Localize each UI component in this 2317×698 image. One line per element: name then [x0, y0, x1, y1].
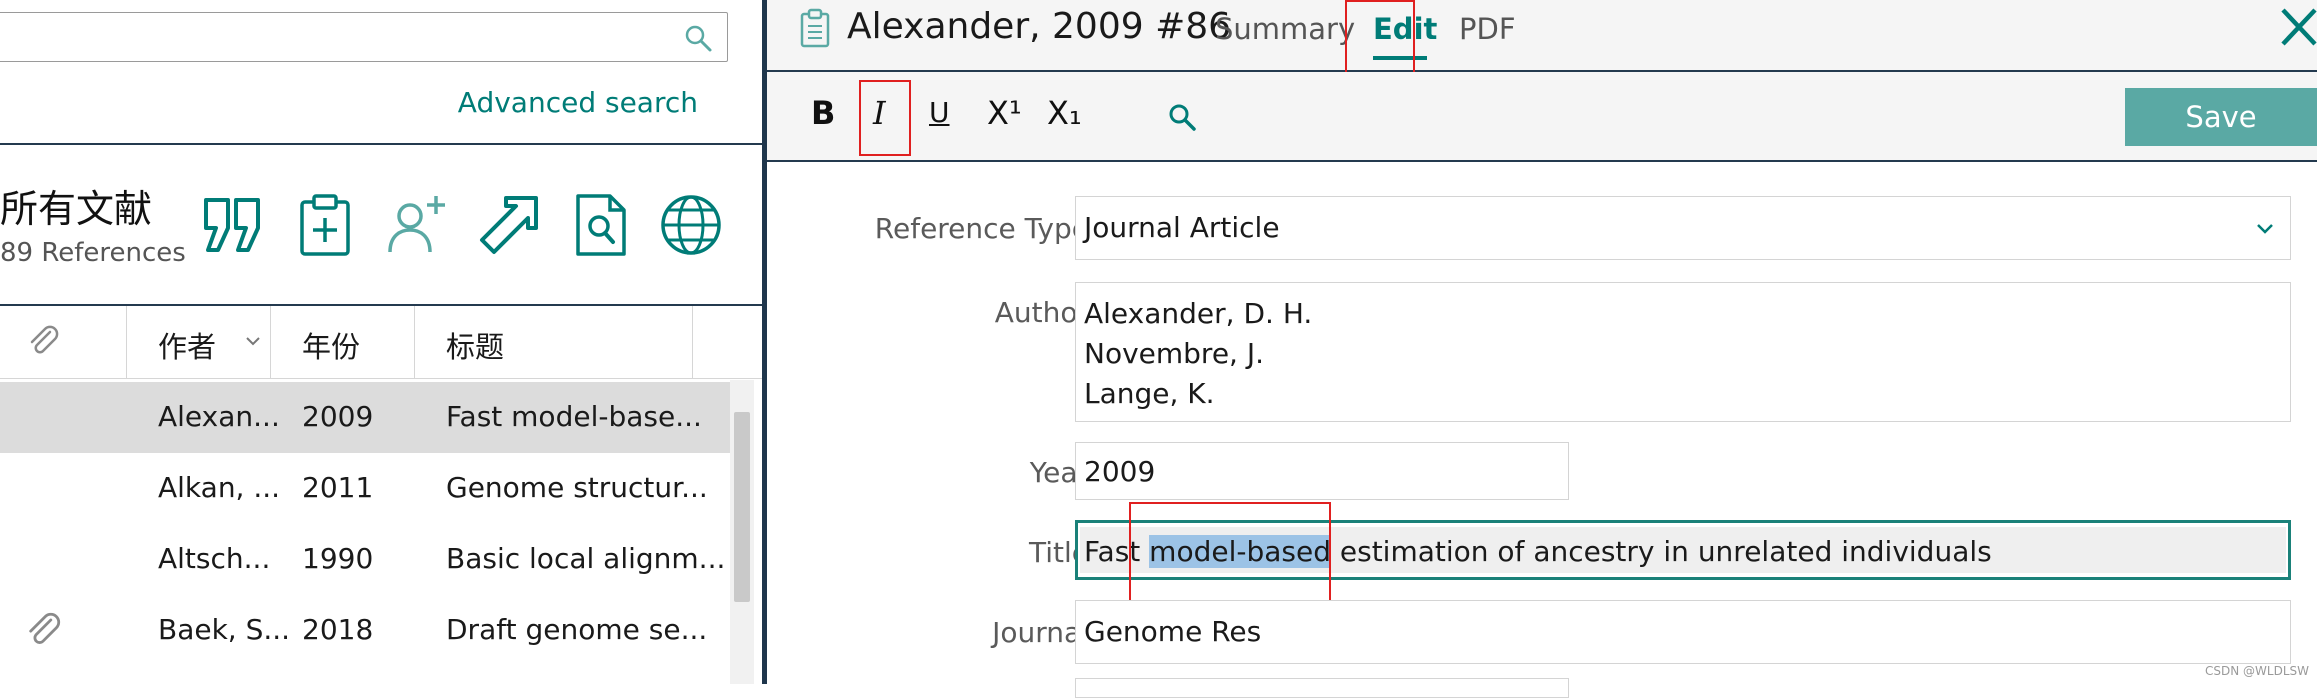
format-toolbar: B I U X¹ X₁ Save — [767, 72, 2317, 162]
column-header-title[interactable]: 标题 — [446, 324, 504, 366]
field-label-reference-type: Reference Type — [874, 212, 1089, 245]
underline-button[interactable]: U — [929, 96, 950, 129]
close-icon[interactable] — [2277, 4, 2317, 50]
row-title: Genome structur... — [446, 471, 708, 504]
watermark: CSDN @WLDLSW — [2205, 664, 2309, 678]
author-line: Novembre, J. — [1084, 337, 1265, 370]
table-header: 作者 年份 标题 — [0, 306, 762, 379]
year-value: 2009 — [1084, 455, 1156, 488]
table-row[interactable]: Alkan, ... 2011 Genome structur... — [0, 453, 730, 524]
chevron-down-icon — [2254, 217, 2276, 239]
export-icon[interactable] — [476, 192, 542, 258]
annotation-highlight — [1345, 0, 1415, 79]
add-to-group-icon[interactable] — [292, 192, 358, 258]
advanced-search-link[interactable]: Advanced search — [458, 86, 698, 119]
column-separator — [414, 306, 415, 378]
divider — [0, 143, 762, 145]
title-text-after: estimation of ancestry in unrelated indi… — [1330, 535, 1992, 568]
attachment-column-icon[interactable] — [26, 324, 60, 358]
scrollbar-thumb[interactable] — [734, 412, 750, 602]
volume-field[interactable] — [1075, 678, 1569, 698]
search-input[interactable] — [0, 12, 728, 62]
share-user-icon[interactable] — [384, 192, 450, 258]
save-button[interactable]: Save — [2125, 88, 2317, 146]
reference-type-value: Journal Article — [1084, 211, 1280, 244]
row-year: 2018 — [302, 613, 374, 646]
row-title: Basic local alignm... — [446, 542, 726, 575]
search-icon[interactable] — [1167, 102, 1197, 132]
row-author: Alexan... — [158, 400, 280, 433]
journal-field[interactable]: Genome Res — [1075, 600, 2291, 664]
row-year: 2011 — [302, 471, 374, 504]
chevron-down-icon[interactable] — [244, 332, 262, 350]
table-row[interactable]: Alexan... 2009 Fast model-base... — [0, 382, 730, 453]
reference-header: Alexander, 2009 #86 Summary Edit PDF — [767, 0, 2317, 72]
row-author: Altsch... — [158, 542, 271, 575]
reference-title: Alexander, 2009 #86 — [847, 6, 1232, 47]
row-author: Alkan, ... — [158, 471, 281, 504]
author-line: Lange, K. — [1084, 377, 1215, 410]
column-header-author[interactable]: 作者 — [158, 324, 216, 366]
online-search-icon[interactable] — [658, 192, 724, 258]
bold-button[interactable]: B — [811, 94, 835, 132]
find-fulltext-icon[interactable] — [568, 192, 634, 258]
row-title: Fast model-base... — [446, 400, 702, 433]
quote-icon[interactable] — [200, 192, 266, 258]
reference-pane: Alexander, 2009 #86 Summary Edit PDF B I… — [767, 0, 2317, 698]
row-year: 2009 — [302, 400, 374, 433]
year-field[interactable]: 2009 — [1075, 442, 1569, 500]
reference-count: 89 References — [0, 238, 186, 268]
superscript-button[interactable]: X¹ — [987, 94, 1022, 132]
library-title: 所有文献 — [0, 187, 153, 231]
tab-pdf[interactable]: PDF — [1459, 12, 1516, 46]
table-row[interactable]: Baek, S... 2018 Draft genome se... — [0, 595, 730, 666]
annotation-highlight — [1129, 502, 1331, 608]
author-line: Alexander, D. H. — [1084, 297, 1313, 330]
library-pane: Advanced search 所有文献 89 References 作者 年份… — [0, 0, 762, 684]
clipboard-icon — [799, 8, 831, 48]
annotation-highlight — [859, 80, 911, 156]
table-row[interactable]: Altsch... 1990 Basic local alignm... — [0, 524, 730, 595]
journal-value: Genome Res — [1084, 615, 1262, 648]
column-separator — [692, 306, 693, 378]
reference-type-select[interactable]: Journal Article — [1075, 196, 2291, 260]
column-separator — [270, 306, 271, 378]
column-separator — [126, 306, 127, 378]
column-header-year[interactable]: 年份 — [302, 324, 360, 366]
attachment-icon — [24, 611, 62, 649]
row-year: 1990 — [302, 542, 374, 575]
row-author: Baek, S... — [158, 613, 291, 646]
tab-summary[interactable]: Summary — [1215, 12, 1355, 46]
subscript-button[interactable]: X₁ — [1047, 94, 1082, 132]
row-title: Draft genome se... — [446, 613, 708, 646]
search-icon[interactable] — [683, 23, 713, 53]
author-field[interactable]: Alexander, D. H. Novembre, J. Lange, K. — [1075, 282, 2291, 422]
